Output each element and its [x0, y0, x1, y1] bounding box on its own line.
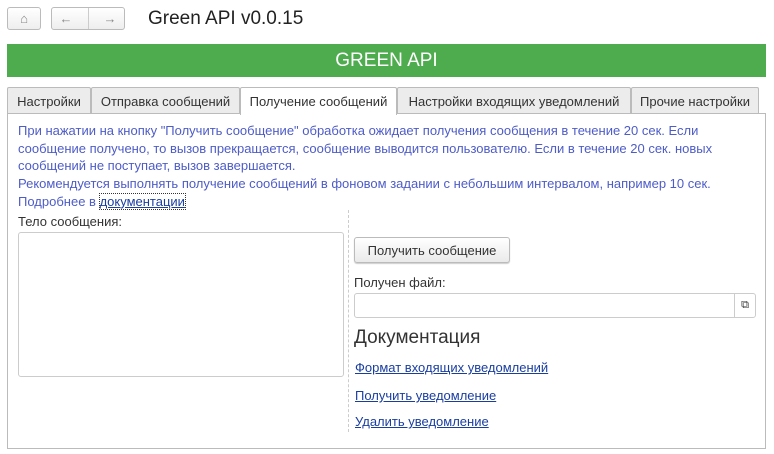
home-icon: ⌂ — [20, 11, 28, 26]
info-recommendation: Рекомендуется выполнять получение сообще… — [18, 176, 711, 192]
info-paragraph: При нажатии на кнопку "Получить сообщени… — [18, 123, 713, 174]
tab-receive[interactable]: Получение сообщений — [240, 87, 397, 115]
home-button[interactable]: ⌂ — [7, 7, 41, 30]
window-title: Green API v0.0.15 — [148, 8, 304, 29]
message-body-textarea[interactable] — [18, 232, 344, 377]
back-button[interactable]: ← — [60, 11, 73, 26]
tab-other[interactable]: Прочие настройки — [631, 87, 759, 114]
column-separator — [348, 210, 349, 432]
file-label: Получен файл: — [354, 275, 446, 290]
forward-button[interactable]: → — [104, 11, 117, 26]
docs-link-receive[interactable]: Получить уведомление — [355, 388, 496, 403]
docs-link-format[interactable]: Формат входящих уведомлений — [355, 360, 548, 375]
banner: GREEN API — [7, 44, 766, 77]
more-prefix: Подробнее в — [18, 193, 100, 209]
get-message-button[interactable]: Получить сообщение — [354, 237, 510, 263]
tab-incoming-notifications[interactable]: Настройки входящих уведомлений — [397, 87, 631, 114]
open-icon[interactable]: ⧉ — [734, 294, 755, 317]
info-text: При нажатии на кнопку "Получить сообщени… — [18, 122, 758, 211]
documentation-link[interactable]: документации — [98, 192, 186, 210]
tab-send[interactable]: Отправка сообщений — [91, 87, 240, 114]
docs-heading: Документация — [354, 327, 481, 348]
body-label: Тело сообщения: — [18, 214, 123, 229]
received-file-field[interactable]: ⧉ — [354, 293, 756, 318]
divider — [87, 8, 89, 29]
docs-link-delete[interactable]: Удалить уведомление — [355, 414, 489, 429]
history-nav: ← → — [51, 7, 125, 30]
tab-settings[interactable]: Настройки — [7, 87, 91, 114]
